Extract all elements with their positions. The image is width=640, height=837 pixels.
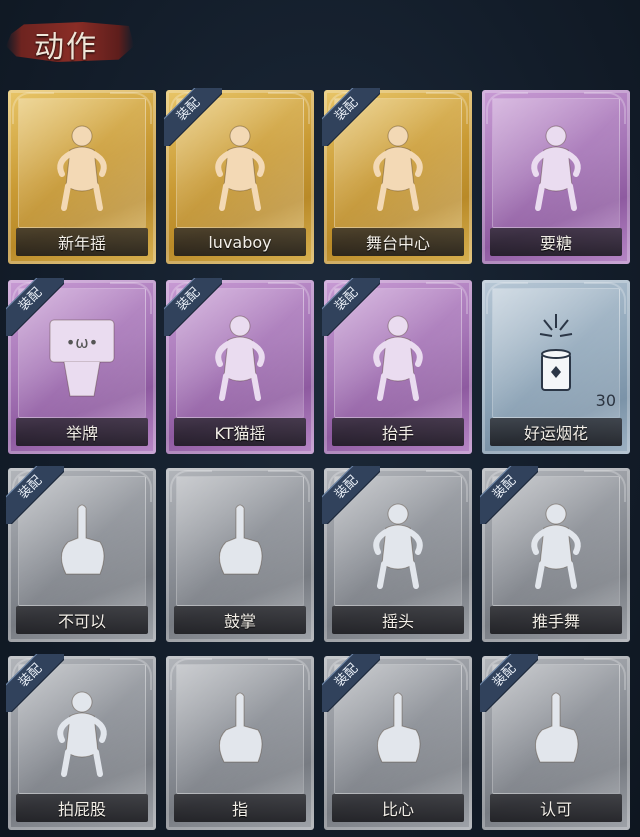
svg-text:•ω•: •ω• <box>66 333 98 352</box>
card-label-bar: 新年摇 <box>16 228 148 256</box>
card-label-bar: 比心 <box>332 794 464 822</box>
emote-name: 鼓掌 <box>223 612 256 631</box>
emote-name: 要糖 <box>539 234 572 253</box>
card-label-bar: luvaboy <box>174 228 306 256</box>
emote-name: 舞台中心 <box>365 234 430 253</box>
card-label-bar: 抬手 <box>332 418 464 446</box>
emote-card[interactable]: 舞台中心 装配 <box>322 88 472 264</box>
emote-card[interactable]: 要糖 <box>482 90 630 264</box>
emote-name: 推手舞 <box>531 612 580 631</box>
card-label-bar: 拍屁股 <box>16 794 148 822</box>
card-label-bar: 举牌 <box>16 418 148 446</box>
emote-card[interactable]: 指 <box>166 656 314 830</box>
firework-icon <box>516 306 596 402</box>
emote-name: 抬手 <box>381 424 414 443</box>
card-label-bar: 鼓掌 <box>174 606 306 634</box>
card-label-bar: 舞台中心 <box>332 228 464 256</box>
equipped-badge: 装配 <box>164 278 222 336</box>
equipped-badge-label: 装配 <box>6 466 64 524</box>
equipped-badge-label: 装配 <box>322 88 380 146</box>
emote-name: 好运烟花 <box>523 424 588 443</box>
emote-card[interactable]: 认可 装配 <box>480 654 630 830</box>
equipped-badge-label: 装配 <box>6 278 64 336</box>
equipped-badge: 装配 <box>322 654 380 712</box>
card-label-bar: 要糖 <box>490 228 622 256</box>
equipped-badge: 装配 <box>322 88 380 146</box>
equipped-badge-label: 装配 <box>164 88 222 146</box>
equipped-badge: 装配 <box>480 466 538 524</box>
emote-name: 新年摇 <box>57 234 106 253</box>
emote-card[interactable]: 30 好运烟花 <box>482 280 630 454</box>
card-label-bar: 认可 <box>490 794 622 822</box>
card-label-bar: 推手舞 <box>490 606 622 634</box>
card-label-bar: KT猫摇 <box>174 418 306 446</box>
equipped-badge: 装配 <box>164 88 222 146</box>
equipped-badge-label: 装配 <box>6 654 64 712</box>
emote-name: 指 <box>231 800 248 819</box>
item-count: 30 <box>595 391 616 410</box>
equipped-badge-label: 装配 <box>322 278 380 336</box>
equipped-badge-label: 装配 <box>322 466 380 524</box>
card-label-bar: 好运烟花 <box>490 418 622 446</box>
emote-card[interactable]: 摇头 装配 <box>322 466 472 642</box>
emote-card[interactable]: 鼓掌 <box>166 468 314 642</box>
equipped-badge: 装配 <box>480 654 538 712</box>
equipped-badge: 装配 <box>6 466 64 524</box>
emote-name: 摇头 <box>381 612 414 631</box>
emote-name: luvaboy <box>208 232 272 252</box>
clap-icon <box>200 494 280 590</box>
card-label-bar: 指 <box>174 794 306 822</box>
ask-candy-icon <box>516 116 596 212</box>
shy-dance-icon <box>42 116 122 212</box>
emote-card[interactable]: •ω• 举牌 装配 <box>6 278 156 454</box>
equipped-badge: 装配 <box>6 278 64 336</box>
emote-card[interactable]: 抬手 装配 <box>322 278 472 454</box>
equipped-badge: 装配 <box>322 278 380 336</box>
emote-name: 认可 <box>539 800 572 819</box>
emote-grid: 新年摇 luvaboy 装配 舞台中心 装配 要糖 •ω• 举牌 装配 KT猫摇 装配 … <box>0 0 640 837</box>
card-label-bar: 不可以 <box>16 606 148 634</box>
emote-name: KT猫摇 <box>214 424 266 443</box>
card-label-bar: 摇头 <box>332 606 464 634</box>
emote-card[interactable]: luvaboy 装配 <box>164 88 314 264</box>
emote-card[interactable]: KT猫摇 装配 <box>164 278 314 454</box>
emote-name: 不可以 <box>57 612 106 631</box>
emote-name: 举牌 <box>65 424 98 443</box>
equipped-badge-label: 装配 <box>480 654 538 712</box>
emote-card[interactable]: 拍屁股 装配 <box>6 654 156 830</box>
equipped-badge-label: 装配 <box>164 278 222 336</box>
point-icon <box>200 682 280 778</box>
emote-name: 拍屁股 <box>57 800 106 819</box>
equipped-badge: 装配 <box>322 466 380 524</box>
emote-card[interactable]: 比心 装配 <box>322 654 472 830</box>
emote-card[interactable]: 不可以 装配 <box>6 466 156 642</box>
equipped-badge-label: 装配 <box>322 654 380 712</box>
emote-card[interactable]: 新年摇 <box>8 90 156 264</box>
emote-name: 比心 <box>381 800 414 819</box>
emote-card[interactable]: 推手舞 装配 <box>480 466 630 642</box>
equipped-badge-label: 装配 <box>480 466 538 524</box>
equipped-badge: 装配 <box>6 654 64 712</box>
